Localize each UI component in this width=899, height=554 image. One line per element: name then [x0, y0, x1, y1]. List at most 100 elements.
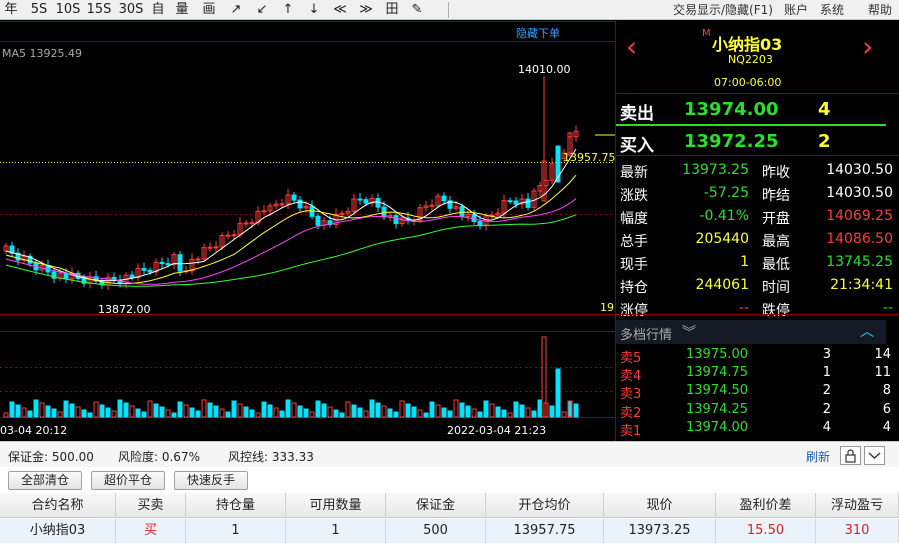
shrink-icon[interactable]: ↙ [252, 1, 272, 19]
15s-button[interactable]: 15S [86, 1, 112, 19]
toolbar-separator [448, 2, 449, 18]
column-header[interactable]: 浮动盈亏 [816, 493, 899, 518]
next-contract-icon[interactable]: › [862, 33, 873, 61]
column-header[interactable]: 现价 [604, 493, 716, 518]
volume-bar [423, 412, 429, 418]
draw-button[interactable]: 画 [198, 1, 220, 19]
depth-side-label: 卖5 [620, 351, 642, 366]
depth-price[interactable]: 13974.50 [686, 383, 748, 398]
kline-chart[interactable]: MA5 13925.49 隐藏下单 14010.00 13872.00 1395… [0, 21, 616, 441]
depth-total: 14 [874, 347, 891, 362]
column-header[interactable]: 开仓均价 [486, 493, 604, 518]
candle-body [129, 274, 135, 278]
volume-bar [27, 410, 33, 418]
volume-bar [111, 410, 117, 418]
dropdown-button[interactable] [864, 446, 885, 465]
30s-button[interactable]: 30S [118, 1, 144, 19]
volume-bar [387, 408, 393, 418]
quick-reverse-button[interactable]: 快速反手 [174, 471, 248, 490]
kline-svg[interactable] [0, 21, 615, 441]
volume-bar [567, 400, 573, 418]
depth-price[interactable]: 13974.75 [686, 365, 748, 380]
stat-value: 14030.50 [826, 162, 893, 178]
volume-bar [519, 404, 525, 418]
volume-bar [549, 405, 555, 418]
double-chevron-down-icon[interactable]: ︾ [682, 322, 696, 342]
scroll-right-icon[interactable]: ≫ [356, 1, 376, 19]
system-menu[interactable]: 系统 [820, 2, 844, 18]
lock-icon [845, 449, 856, 463]
volume-bar [165, 409, 171, 418]
5s-button[interactable]: 5S [28, 1, 50, 19]
expand-icon[interactable]: ↗ [226, 1, 246, 19]
volume-bar [141, 411, 147, 418]
column-header[interactable]: 合约名称 [0, 493, 116, 518]
candle-body [429, 204, 435, 207]
status-bar: 保证金: 500.00 风险度: 0.67% 风控线: 333.33 刷新 [0, 441, 899, 467]
candle-body [243, 222, 249, 225]
column-header[interactable]: 买卖 [116, 493, 186, 518]
table-cell[interactable]: 1 [186, 519, 286, 543]
column-header[interactable]: 可用数量 [286, 493, 386, 518]
table-cell[interactable]: 310 [816, 519, 899, 543]
depth-price[interactable]: 13974.00 [686, 420, 748, 435]
account-menu[interactable]: 账户 [784, 2, 808, 18]
10s-button[interactable]: 10S [55, 1, 81, 19]
custom-button[interactable]: 自 [148, 1, 168, 19]
grid-icon[interactable]: 田 [382, 1, 402, 19]
prev-contract-icon[interactable]: ‹ [626, 33, 637, 61]
lock-button[interactable] [840, 446, 861, 465]
arrow-up-icon[interactable]: ↑ [278, 1, 298, 19]
volume-bar [399, 400, 405, 418]
stat-label: 持仓 [620, 280, 648, 296]
volume-bar [555, 368, 561, 418]
table-cell[interactable]: 15.50 [716, 519, 816, 543]
close-all-button[interactable]: 全部清仓 [8, 471, 82, 490]
column-header[interactable]: 持仓量 [186, 493, 286, 518]
collapse-up-icon[interactable]: ︿ [860, 321, 874, 341]
arrow-down-icon[interactable]: ↓ [304, 1, 324, 19]
column-header[interactable]: 保证金 [386, 493, 486, 518]
depth-total: 4 [882, 419, 891, 435]
depth-price[interactable]: 13975.00 [686, 347, 748, 362]
column-header[interactable]: 盈利价差 [716, 493, 816, 518]
help-menu[interactable]: 帮助 [868, 2, 892, 18]
volume-bar [81, 409, 87, 418]
toggle-trade-menu[interactable]: 交易显示/隐藏(F1) [673, 2, 773, 18]
ask-qty: 4 [818, 99, 831, 120]
pen-icon[interactable]: ✎ [406, 1, 428, 19]
volume-bar [69, 403, 75, 418]
table-cell[interactable]: 小纳指03 [0, 519, 116, 543]
stat-label: 幅度 [620, 211, 648, 227]
over-price-close-button[interactable]: 超价平仓 [91, 471, 165, 490]
candle-body [357, 198, 363, 201]
ask-price[interactable]: 13974.00 [684, 99, 779, 120]
stat-value: 14069.25 [826, 208, 893, 224]
bid-price[interactable]: 13972.25 [684, 131, 779, 152]
depth-price[interactable]: 13974.25 [686, 402, 748, 417]
table-cell[interactable]: 500 [386, 519, 486, 543]
refresh-button[interactable]: 刷新 [806, 448, 830, 465]
volume-bar [189, 407, 195, 418]
volume-bar [249, 409, 255, 418]
volume-bar [375, 402, 381, 418]
stat-label: 昨结 [762, 188, 790, 204]
volume-bar [435, 404, 441, 418]
candle-body [261, 210, 267, 213]
table-cell[interactable]: 买 [116, 519, 186, 543]
volume-bar [177, 401, 183, 418]
table-cell[interactable]: 1 [286, 519, 386, 543]
volume-bar [507, 412, 513, 418]
volume-bar [531, 410, 537, 418]
volume-bar [255, 412, 261, 418]
year-button[interactable]: 年 [0, 1, 22, 19]
depth-qty: 4 [822, 419, 831, 435]
stat-value: 14030.50 [826, 185, 893, 201]
hide-order-link[interactable]: 隐藏下单 [516, 27, 560, 40]
table-cell[interactable]: 13973.25 [604, 519, 716, 543]
volume-bar [153, 403, 159, 418]
table-cell[interactable]: 13957.75 [486, 519, 604, 543]
stat-label: 涨跌 [620, 188, 648, 204]
scroll-left-icon[interactable]: ≪ [330, 1, 350, 19]
volume-button[interactable]: 量 [172, 1, 192, 19]
